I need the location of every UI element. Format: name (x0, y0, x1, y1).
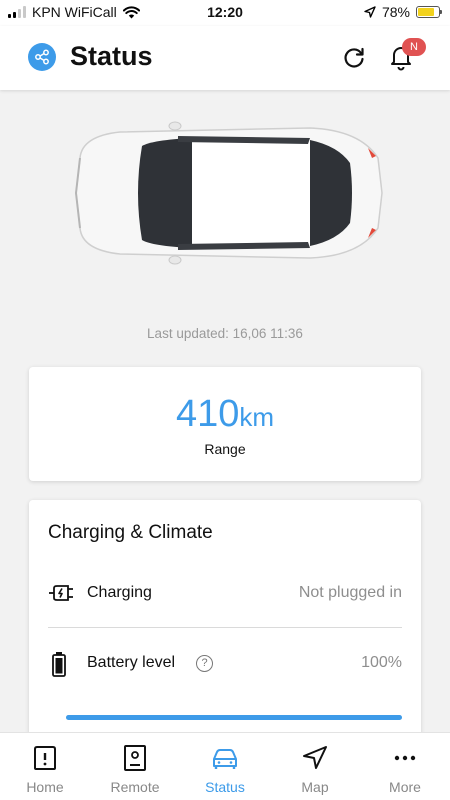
system-indicators: 78% (364, 4, 442, 20)
charging-label: Charging (87, 584, 152, 601)
battery-level-progress-fill (66, 715, 402, 720)
nav-remote-label: Remote (110, 779, 160, 795)
share-icon (35, 49, 49, 65)
range-unit: km (239, 402, 275, 432)
range-value: 410km (29, 393, 421, 436)
remote-icon (124, 745, 146, 771)
nav-remote[interactable]: Remote (90, 733, 180, 800)
navigation-arrow-icon (303, 746, 327, 769)
charging-climate-card: Charging & Climate (29, 500, 421, 760)
home-icon (34, 746, 56, 770)
nav-more-label: More (389, 779, 421, 795)
battery-level-progress (66, 715, 402, 720)
last-updated-text: Last updated: 16,06 11:36 (147, 326, 303, 341)
battery-level-row[interactable]: Battery level 100% (48, 648, 402, 678)
battery-level-icon (52, 652, 66, 677)
app-header: Status N (0, 26, 450, 90)
car-icon (213, 749, 237, 769)
location-arrow-icon (364, 6, 376, 18)
battery-icon (416, 6, 442, 18)
charging-row[interactable]: Charging Not plugged in (48, 578, 402, 608)
battery-percentage: 78% (381, 4, 410, 20)
nav-home[interactable]: Home (0, 733, 90, 800)
nav-map-label: Map (301, 779, 329, 795)
range-number: 410 (175, 393, 240, 435)
help-question-icon[interactable]: ? (196, 655, 213, 672)
refresh-icon (344, 47, 364, 68)
nav-status-label: Status (205, 779, 245, 795)
page-title: Status (70, 41, 153, 71)
divider (48, 627, 402, 628)
charging-status-value: Not plugged in (298, 584, 402, 601)
range-card[interactable]: 410km Range (29, 367, 421, 481)
nav-more[interactable]: More (360, 733, 450, 800)
battery-level-label: Battery level (87, 654, 176, 671)
notification-badge[interactable]: N (402, 38, 426, 56)
vehicle-top-view-image (74, 121, 383, 265)
nav-home-label: Home (26, 779, 64, 795)
refresh-button[interactable] (340, 44, 368, 72)
share-button[interactable] (28, 43, 56, 71)
nav-map[interactable]: Map (270, 733, 360, 800)
card-title: Charging & Climate (48, 522, 213, 543)
charging-plug-icon (49, 585, 73, 601)
range-label: Range (204, 441, 246, 457)
bottom-navigation: Home Remote Status Map More (0, 732, 450, 800)
ios-status-bar: KPN WiFiCall 12:20 78% (0, 0, 450, 26)
nav-status[interactable]: Status (180, 733, 270, 800)
battery-level-value: 100% (361, 654, 402, 671)
more-dots-icon (394, 755, 416, 761)
